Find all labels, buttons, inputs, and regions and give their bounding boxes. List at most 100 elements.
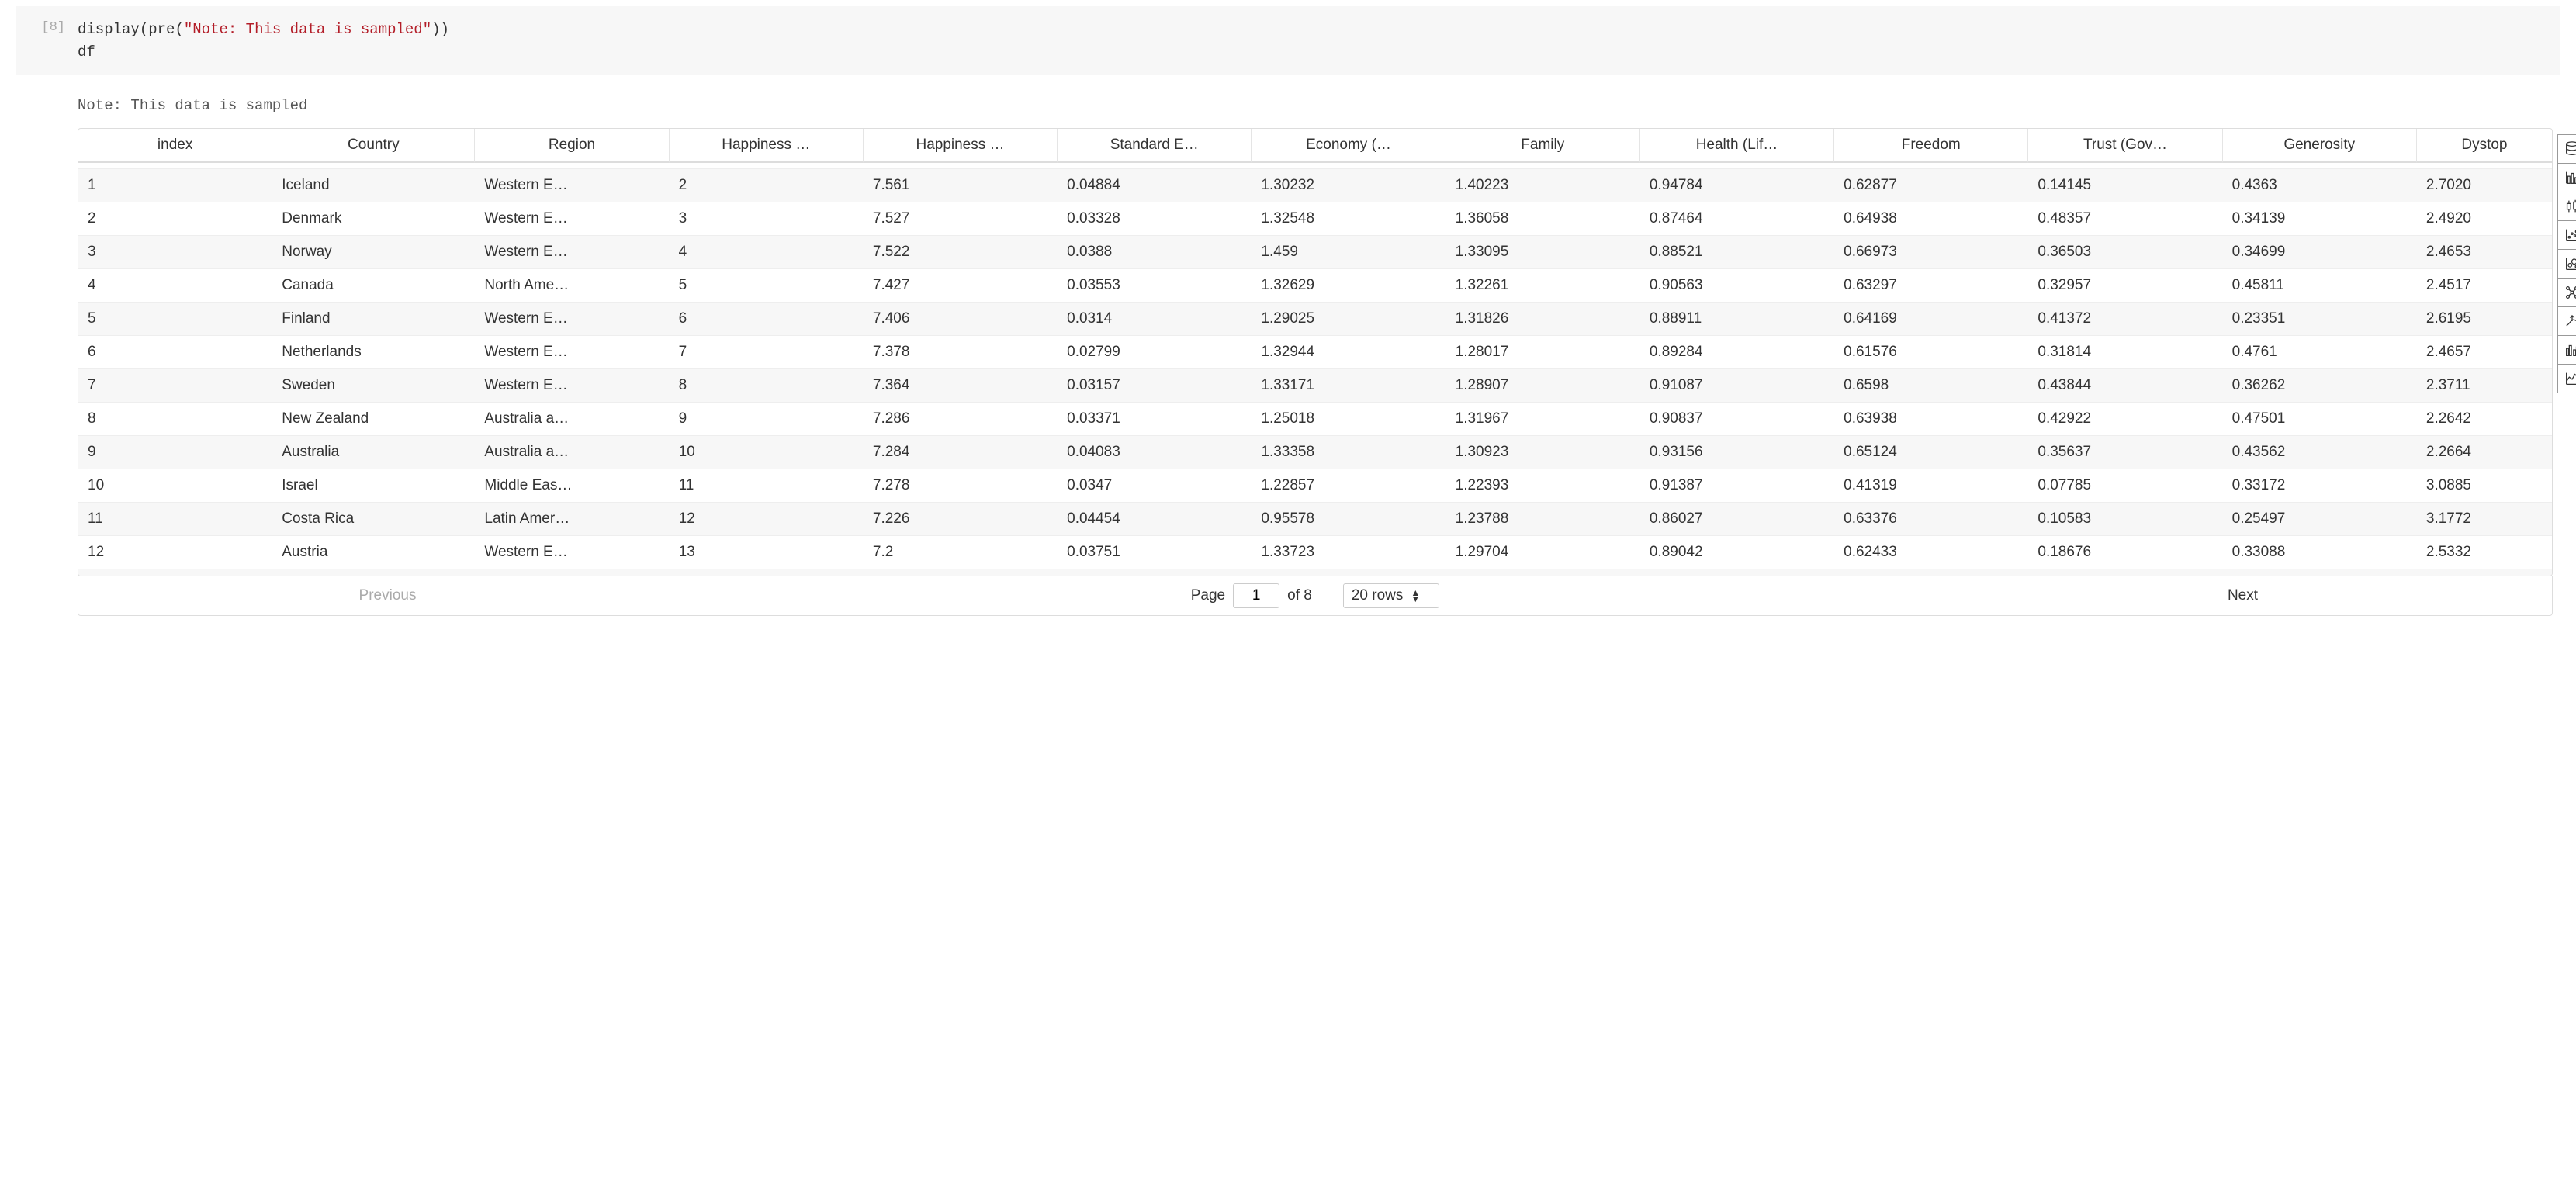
table-row: 6NetherlandsWestern E…77.3780.027991.329… <box>78 336 2552 369</box>
table-row: 2DenmarkWestern E…37.5270.033281.325481.… <box>78 202 2552 236</box>
table-cell: 0.25497 <box>2223 503 2417 536</box>
code-token: ) <box>431 21 440 38</box>
table-cell <box>1058 569 1252 576</box>
table-cell: Western E… <box>475 169 669 202</box>
table-cell: Western E… <box>475 369 669 403</box>
code-token: df <box>78 43 95 61</box>
page-input[interactable] <box>1233 583 1279 608</box>
table-cell: 0.63297 <box>1834 269 2028 303</box>
table-cell: 0.62433 <box>1834 536 2028 569</box>
next-button[interactable]: Next <box>1934 583 2552 609</box>
database-icon[interactable] <box>2557 134 2576 164</box>
table-cell: 0.36503 <box>2028 236 2222 269</box>
table-cell <box>2028 163 2222 169</box>
table-cell: 0.86027 <box>1640 503 1834 536</box>
column-header[interactable]: Country <box>272 129 475 163</box>
table-cell: 7.226 <box>864 503 1058 536</box>
table-cell <box>78 569 272 576</box>
table-row <box>78 569 2552 576</box>
boxplot-icon[interactable] <box>2557 192 2576 221</box>
table-cell: 0.0388 <box>1058 236 1252 269</box>
table-cell: 1.22393 <box>1446 469 1640 503</box>
column-header[interactable]: Freedom <box>1834 129 2028 163</box>
column-header[interactable]: Happiness … <box>864 129 1058 163</box>
data-table: indexCountryRegionHappiness …Happiness …… <box>78 129 2552 163</box>
table-cell: 1.32548 <box>1252 202 1446 236</box>
bubble-chart-icon[interactable] <box>2557 249 2576 279</box>
column-header[interactable]: Economy (… <box>1252 129 1446 163</box>
table-cell: 4 <box>670 236 864 269</box>
table-cell: 0.45811 <box>2223 269 2417 303</box>
column-header[interactable]: index <box>78 129 272 163</box>
column-header[interactable]: Happiness … <box>670 129 864 163</box>
table-cell: 0.63376 <box>1834 503 2028 536</box>
table-cell: 1.32261 <box>1446 269 1640 303</box>
table-cell: 0.07785 <box>2028 469 2222 503</box>
table-cell: 5 <box>670 269 864 303</box>
table-cell: 7.278 <box>864 469 1058 503</box>
trend-up-icon[interactable] <box>2557 306 2576 336</box>
table-cell: 0.41319 <box>1834 469 2028 503</box>
code-token: ( <box>175 21 183 38</box>
table-cell: 1.28907 <box>1446 369 1640 403</box>
grouped-bar-icon[interactable] <box>2557 335 2576 365</box>
scatter-icon[interactable] <box>2557 220 2576 250</box>
table-cell: 7 <box>78 369 272 403</box>
table-cell: 2.6195 <box>2417 303 2552 336</box>
line-chart-icon[interactable] <box>2557 364 2576 393</box>
table-cell <box>1640 163 1834 169</box>
table-cell: 0.04454 <box>1058 503 1252 536</box>
table-cell: 2.4657 <box>2417 336 2552 369</box>
table-cell: 0.87464 <box>1640 202 1834 236</box>
table-cell: 7.527 <box>864 202 1058 236</box>
code-block[interactable]: display(pre("Note: This data is sampled"… <box>78 19 449 63</box>
network-icon[interactable] <box>2557 278 2576 307</box>
column-header[interactable]: Trust (Gov… <box>2028 129 2222 163</box>
table-cell: 7.427 <box>864 269 1058 303</box>
table-cell: 0.4761 <box>2223 336 2417 369</box>
table-cell: 0.04884 <box>1058 169 1252 202</box>
bar-chart-icon[interactable] <box>2557 163 2576 192</box>
column-header[interactable]: Dystop <box>2417 129 2552 163</box>
table-cell: Australia <box>272 436 475 469</box>
table-cell: 1.33358 <box>1252 436 1446 469</box>
table-row: 3NorwayWestern E…47.5220.03881.4591.3309… <box>78 236 2552 269</box>
table-cell: 1.40223 <box>1446 169 1640 202</box>
page-control: Page of 8 <box>1191 583 1312 608</box>
table-cell: 7.406 <box>864 303 1058 336</box>
table-cell <box>2417 569 2552 576</box>
table-row: 11Costa RicaLatin Amer…127.2260.044540.9… <box>78 503 2552 536</box>
table-cell: Costa Rica <box>272 503 475 536</box>
table-cell: Canada <box>272 269 475 303</box>
table-cell: 1.33095 <box>1446 236 1640 269</box>
table-cell: 1.33723 <box>1252 536 1446 569</box>
table-cell: 0.02799 <box>1058 336 1252 369</box>
table-cell <box>2223 569 2417 576</box>
table-cell: 1.459 <box>1252 236 1446 269</box>
code-string: "Note: This data is sampled" <box>184 21 431 38</box>
table-cell: 0.62877 <box>1834 169 2028 202</box>
column-header[interactable]: Family <box>1446 129 1640 163</box>
table-cell: Austria <box>272 536 475 569</box>
table-cell: 0.33088 <box>2223 536 2417 569</box>
column-header[interactable]: Health (Lif… <box>1640 129 1834 163</box>
table-cell: 0.43844 <box>2028 369 2222 403</box>
table-cell: 1.30232 <box>1252 169 1446 202</box>
table-cell: 6 <box>78 336 272 369</box>
table-cell: 0.03328 <box>1058 202 1252 236</box>
previous-button[interactable]: Previous <box>78 583 697 609</box>
table-cell: 1.25018 <box>1252 403 1446 436</box>
table-cell <box>1446 569 1640 576</box>
column-header[interactable]: Generosity <box>2223 129 2417 163</box>
table-row <box>78 163 2552 169</box>
table-cell: 3 <box>78 236 272 269</box>
table-cell: 9 <box>670 403 864 436</box>
cell-prompt: [8] <box>16 19 78 63</box>
column-header[interactable]: Standard E… <box>1058 129 1252 163</box>
column-header[interactable]: Region <box>475 129 669 163</box>
table-cell: 1 <box>78 169 272 202</box>
table-cell: Latin Amer… <box>475 503 669 536</box>
rows-per-page-select[interactable]: 20 rows ▲▼ <box>1343 583 1439 608</box>
table-cell: 9 <box>78 436 272 469</box>
table-cell: 0.04083 <box>1058 436 1252 469</box>
